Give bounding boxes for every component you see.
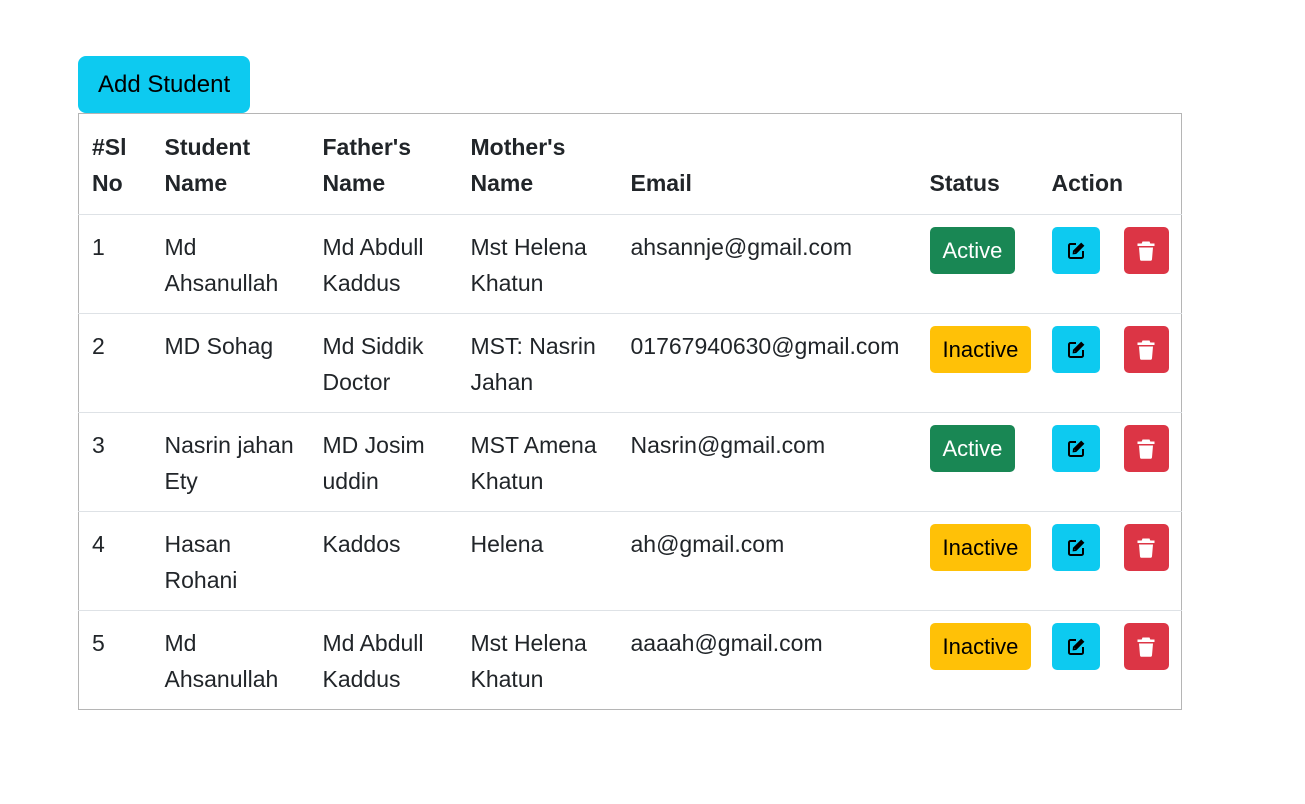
edit-button[interactable]: [1051, 623, 1100, 670]
cell-student-name: Md Ahsanullah: [151, 610, 310, 710]
table-row: 2 MD Sohag Md Siddik Doctor MST: Nasrin Ja…: [78, 313, 1182, 413]
status-badge: Active: [929, 227, 1016, 274]
cell-email: 01767940630@gmail.com: [617, 313, 917, 413]
header-father-name: Father's Name: [309, 113, 458, 215]
header-status: Status: [916, 113, 1039, 215]
edit-button[interactable]: [1051, 524, 1100, 571]
table-row: 4 Hasan Rohani Kaddos Helena ah@gmail.com…: [78, 511, 1182, 611]
cell-email: ah@gmail.com: [617, 511, 917, 611]
cell-sl: 4: [78, 511, 152, 611]
trash-icon: [1137, 241, 1155, 261]
trash-icon: [1137, 340, 1155, 360]
cell-status: Active: [916, 412, 1039, 512]
cell-father-name: Kaddos: [309, 511, 458, 611]
add-student-button[interactable]: Add Student: [78, 56, 251, 113]
student-list-container: Add Student #Sl No Student Name Father's Na…: [78, 56, 1182, 710]
row-actions: [1051, 524, 1182, 571]
row-actions: [1051, 623, 1182, 670]
delete-button[interactable]: [1123, 425, 1169, 472]
table-header-row: #Sl No Student Name Father's Name Mother's N…: [78, 113, 1182, 215]
table-row: 5 Md Ahsanullah Md Abdull Kaddus Mst Helen…: [78, 610, 1182, 710]
edit-icon: [1067, 440, 1084, 457]
row-actions: [1051, 425, 1182, 472]
cell-student-name: MD Sohag: [151, 313, 310, 413]
cell-action: [1038, 610, 1182, 710]
cell-student-name: Nasrin jahan Ety: [151, 412, 310, 512]
cell-sl: 5: [78, 610, 152, 710]
cell-action: [1038, 214, 1182, 314]
cell-mother-name: MST: Nasrin Jahan: [457, 313, 618, 413]
edit-button[interactable]: [1051, 326, 1100, 373]
edit-icon: [1067, 341, 1084, 358]
cell-email: aaaah@gmail.com: [617, 610, 917, 710]
cell-student-name: Md Ahsanullah: [151, 214, 310, 314]
cell-email: Nasrin@gmail.com: [617, 412, 917, 512]
delete-button[interactable]: [1123, 524, 1169, 571]
edit-icon: [1067, 539, 1084, 556]
trash-icon: [1137, 538, 1155, 558]
delete-button[interactable]: [1123, 326, 1169, 373]
cell-sl: 1: [78, 214, 152, 314]
edit-button[interactable]: [1051, 227, 1100, 274]
header-student-name: Student Name: [151, 113, 310, 215]
header-action: Action: [1038, 113, 1182, 215]
cell-mother-name: Mst Helena Khatun: [457, 610, 618, 710]
row-actions: [1051, 326, 1182, 373]
cell-status: Inactive: [916, 511, 1039, 611]
cell-mother-name: MST Amena Khatun: [457, 412, 618, 512]
table-row: 3 Nasrin jahan Ety MD Josim uddin MST Amen…: [78, 412, 1182, 512]
status-badge: Inactive: [929, 623, 1032, 670]
cell-status: Inactive: [916, 313, 1039, 413]
cell-father-name: Md Siddik Doctor: [309, 313, 458, 413]
cell-student-name: Hasan Rohani: [151, 511, 310, 611]
cell-action: [1038, 313, 1182, 413]
cell-email: ahsannje@gmail.com: [617, 214, 917, 314]
cell-sl: 2: [78, 313, 152, 413]
cell-sl: 3: [78, 412, 152, 512]
cell-status: Inactive: [916, 610, 1039, 710]
delete-button[interactable]: [1123, 623, 1169, 670]
table-row: 1 Md Ahsanullah Md Abdull Kaddus Mst Helen…: [78, 214, 1182, 314]
header-mother-name: Mother's Name: [457, 113, 618, 215]
edit-button[interactable]: [1051, 425, 1100, 472]
cell-status: Active: [916, 214, 1039, 314]
cell-action: [1038, 412, 1182, 512]
header-sl: #Sl No: [78, 113, 152, 215]
cell-mother-name: Helena: [457, 511, 618, 611]
trash-icon: [1137, 637, 1155, 657]
cell-mother-name: Mst Helena Khatun: [457, 214, 618, 314]
cell-father-name: MD Josim uddin: [309, 412, 458, 512]
status-badge: Active: [929, 425, 1016, 472]
delete-button[interactable]: [1123, 227, 1169, 274]
cell-father-name: Md Abdull Kaddus: [309, 610, 458, 710]
cell-father-name: Md Abdull Kaddus: [309, 214, 458, 314]
students-table: #Sl No Student Name Father's Name Mother's N…: [78, 113, 1182, 710]
status-badge: Inactive: [929, 326, 1032, 373]
trash-icon: [1137, 439, 1155, 459]
status-badge: Inactive: [929, 524, 1032, 571]
header-email: Email: [617, 113, 917, 215]
edit-icon: [1067, 242, 1084, 259]
row-actions: [1051, 227, 1182, 274]
cell-action: [1038, 511, 1182, 611]
edit-icon: [1067, 638, 1084, 655]
